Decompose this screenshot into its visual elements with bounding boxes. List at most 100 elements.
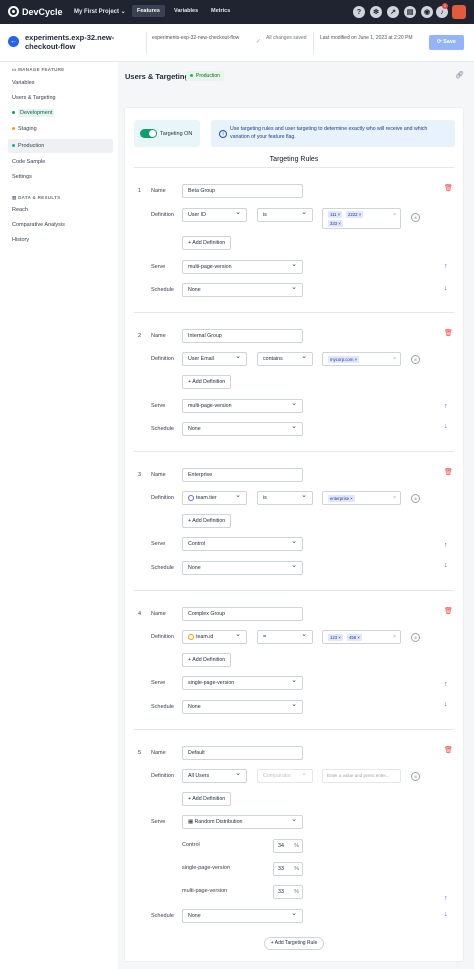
serve-label: Serve bbox=[151, 403, 166, 409]
schedule-select[interactable]: None bbox=[182, 699, 303, 714]
move-up-icon[interactable]: ↑ bbox=[444, 681, 448, 688]
property-select[interactable]: User ID bbox=[182, 207, 247, 222]
remove-definition-icon[interactable]: ⊗ bbox=[411, 355, 420, 364]
targeting-toggle[interactable] bbox=[140, 129, 157, 138]
distribution-percent-input[interactable]: 34% bbox=[273, 839, 303, 853]
remove-definition-icon[interactable]: ⊗ bbox=[411, 772, 420, 781]
operator-select[interactable]: = bbox=[257, 629, 313, 644]
project-selector[interactable]: My First Project ⌄ bbox=[74, 8, 126, 15]
serve-label: Serve bbox=[151, 680, 166, 686]
value-chip[interactable]: 123 × bbox=[328, 634, 343, 641]
help-icon[interactable]: ? bbox=[353, 6, 365, 18]
distribution-label: multi-page-version bbox=[182, 888, 228, 894]
serve-select[interactable]: multi-page-version bbox=[182, 398, 303, 413]
clear-icon[interactable]: × bbox=[393, 212, 396, 218]
remove-definition-icon[interactable]: ⊗ bbox=[411, 494, 420, 503]
remove-definition-icon[interactable]: ⊗ bbox=[411, 213, 420, 222]
devcycle-logo[interactable]: DevCycle bbox=[8, 6, 63, 17]
move-down-icon[interactable]: ↓ bbox=[444, 911, 448, 918]
serve-select[interactable]: multi-page-version bbox=[182, 259, 303, 274]
nav-metrics[interactable]: Metrics bbox=[206, 5, 235, 17]
move-up-icon[interactable]: ↑ bbox=[444, 263, 448, 270]
integrations-icon[interactable]: ↗ bbox=[387, 6, 399, 18]
sidebar-item-comparative-analysis[interactable]: Comparative Analysis bbox=[12, 222, 65, 228]
add-definition-button[interactable]: + Add Definition bbox=[182, 236, 232, 250]
trash-icon[interactable]: 🗑︎ bbox=[444, 607, 453, 615]
move-down-icon[interactable]: ↓ bbox=[444, 701, 448, 708]
value-chip[interactable]: mycorp.com × bbox=[328, 356, 360, 363]
add-definition-button[interactable]: + Add Definition bbox=[182, 375, 232, 389]
rule-name-input[interactable]: Internal Group bbox=[182, 329, 303, 343]
serve-select[interactable]: Control bbox=[182, 536, 303, 551]
add-targeting-rule-button[interactable]: + Add Targeting Rule bbox=[264, 937, 324, 950]
schedule-select[interactable]: None bbox=[182, 560, 303, 575]
schedule-select[interactable]: None bbox=[182, 421, 303, 436]
trash-icon[interactable]: 🗑︎ bbox=[444, 329, 453, 337]
property-select[interactable]: All Users bbox=[182, 768, 247, 783]
sidebar-item-settings[interactable]: Settings bbox=[12, 174, 32, 180]
discord-icon[interactable]: ◉ bbox=[421, 6, 433, 18]
value-chip[interactable]: 111 × bbox=[328, 211, 343, 218]
sidebar-item-variables[interactable]: Variables bbox=[12, 80, 35, 86]
add-definition-button[interactable]: + Add Definition bbox=[182, 653, 232, 667]
feature-key: experiments-exp-32-new-checkout-flow bbox=[152, 35, 240, 41]
value-chip[interactable]: enterprise × bbox=[328, 495, 355, 502]
add-definition-button[interactable]: + Add Definition bbox=[182, 514, 232, 528]
serve-select[interactable]: ▦ Random Distribution bbox=[182, 814, 303, 829]
divider bbox=[134, 312, 454, 313]
trash-icon[interactable]: 🗑︎ bbox=[444, 184, 453, 192]
property-select[interactable]: team.tier bbox=[182, 490, 247, 505]
nav-variables[interactable]: Variables bbox=[169, 5, 203, 17]
clear-icon[interactable]: × bbox=[393, 634, 396, 640]
rule-name-input[interactable]: Enterprise bbox=[182, 468, 303, 482]
value-chip[interactable]: 456 × bbox=[347, 634, 362, 641]
sidebar-item-reach[interactable]: Reach bbox=[12, 207, 28, 213]
name-label: Name bbox=[151, 750, 166, 756]
schedule-select[interactable]: None bbox=[182, 908, 303, 923]
sidebar-item-production[interactable]: Production bbox=[12, 143, 44, 149]
sidebar-item-staging[interactable]: Staging bbox=[12, 126, 37, 132]
save-button[interactable]: ⟳ Save bbox=[429, 35, 464, 50]
move-up-icon[interactable]: ↑ bbox=[444, 895, 448, 902]
rule-name-input[interactable]: Default bbox=[182, 746, 303, 760]
sidebar-item-users-targeting[interactable]: Users & Targeting bbox=[12, 95, 56, 101]
back-arrow-icon[interactable]: ← bbox=[8, 36, 19, 47]
rule-name-input[interactable]: Beta Group bbox=[182, 184, 303, 198]
values-input: Enter a value and press enter... bbox=[322, 769, 401, 783]
nav-features[interactable]: Features bbox=[132, 5, 165, 17]
schedule-select[interactable]: None bbox=[182, 282, 303, 297]
property-select[interactable]: User Email bbox=[182, 351, 247, 366]
sidebar-item-history[interactable]: History bbox=[12, 237, 29, 243]
operator-select[interactable]: is bbox=[257, 490, 313, 505]
values-input[interactable]: enterprise × × bbox=[322, 491, 401, 505]
property-select[interactable]: team.id bbox=[182, 629, 247, 644]
values-input[interactable]: 111 × 2222 × 333 × × bbox=[322, 208, 401, 229]
value-chip[interactable]: 2222 × bbox=[346, 211, 364, 218]
distribution-percent-input[interactable]: 33% bbox=[273, 885, 303, 899]
operator-select[interactable]: is bbox=[257, 207, 313, 222]
trash-icon[interactable]: 🗑︎ bbox=[444, 746, 453, 754]
distribution-percent-input[interactable]: 33% bbox=[273, 862, 303, 876]
move-down-icon[interactable]: ↓ bbox=[444, 423, 448, 430]
move-down-icon[interactable]: ↓ bbox=[444, 562, 448, 569]
settings-icon[interactable]: ✻ bbox=[370, 6, 382, 18]
clear-icon[interactable]: × bbox=[393, 495, 396, 501]
trash-icon[interactable]: 🗑︎ bbox=[444, 468, 453, 476]
avatar[interactable] bbox=[452, 5, 466, 19]
operator-select[interactable]: contains bbox=[257, 351, 313, 366]
docs-icon[interactable]: ▤ bbox=[404, 6, 416, 18]
move-up-icon[interactable]: ↑ bbox=[444, 403, 448, 410]
link-icon[interactable]: 🔗︎ bbox=[455, 71, 464, 79]
values-input[interactable]: 123 × 456 × × bbox=[322, 630, 401, 644]
remove-definition-icon[interactable]: ⊗ bbox=[411, 633, 420, 642]
sidebar-item-code-sample[interactable]: Code Sample bbox=[12, 159, 45, 165]
rule-name-input[interactable]: Complex Group bbox=[182, 607, 303, 621]
sidebar-item-development[interactable]: Development bbox=[12, 109, 55, 117]
move-down-icon[interactable]: ↓ bbox=[444, 285, 448, 292]
clear-icon[interactable]: × bbox=[393, 356, 396, 362]
add-definition-button[interactable]: + Add Definition bbox=[182, 792, 232, 806]
values-input[interactable]: mycorp.com × × bbox=[322, 352, 401, 366]
move-up-icon[interactable]: ↑ bbox=[444, 542, 448, 549]
serve-select[interactable]: single-page-version bbox=[182, 675, 303, 690]
value-chip[interactable]: 333 × bbox=[328, 220, 343, 227]
